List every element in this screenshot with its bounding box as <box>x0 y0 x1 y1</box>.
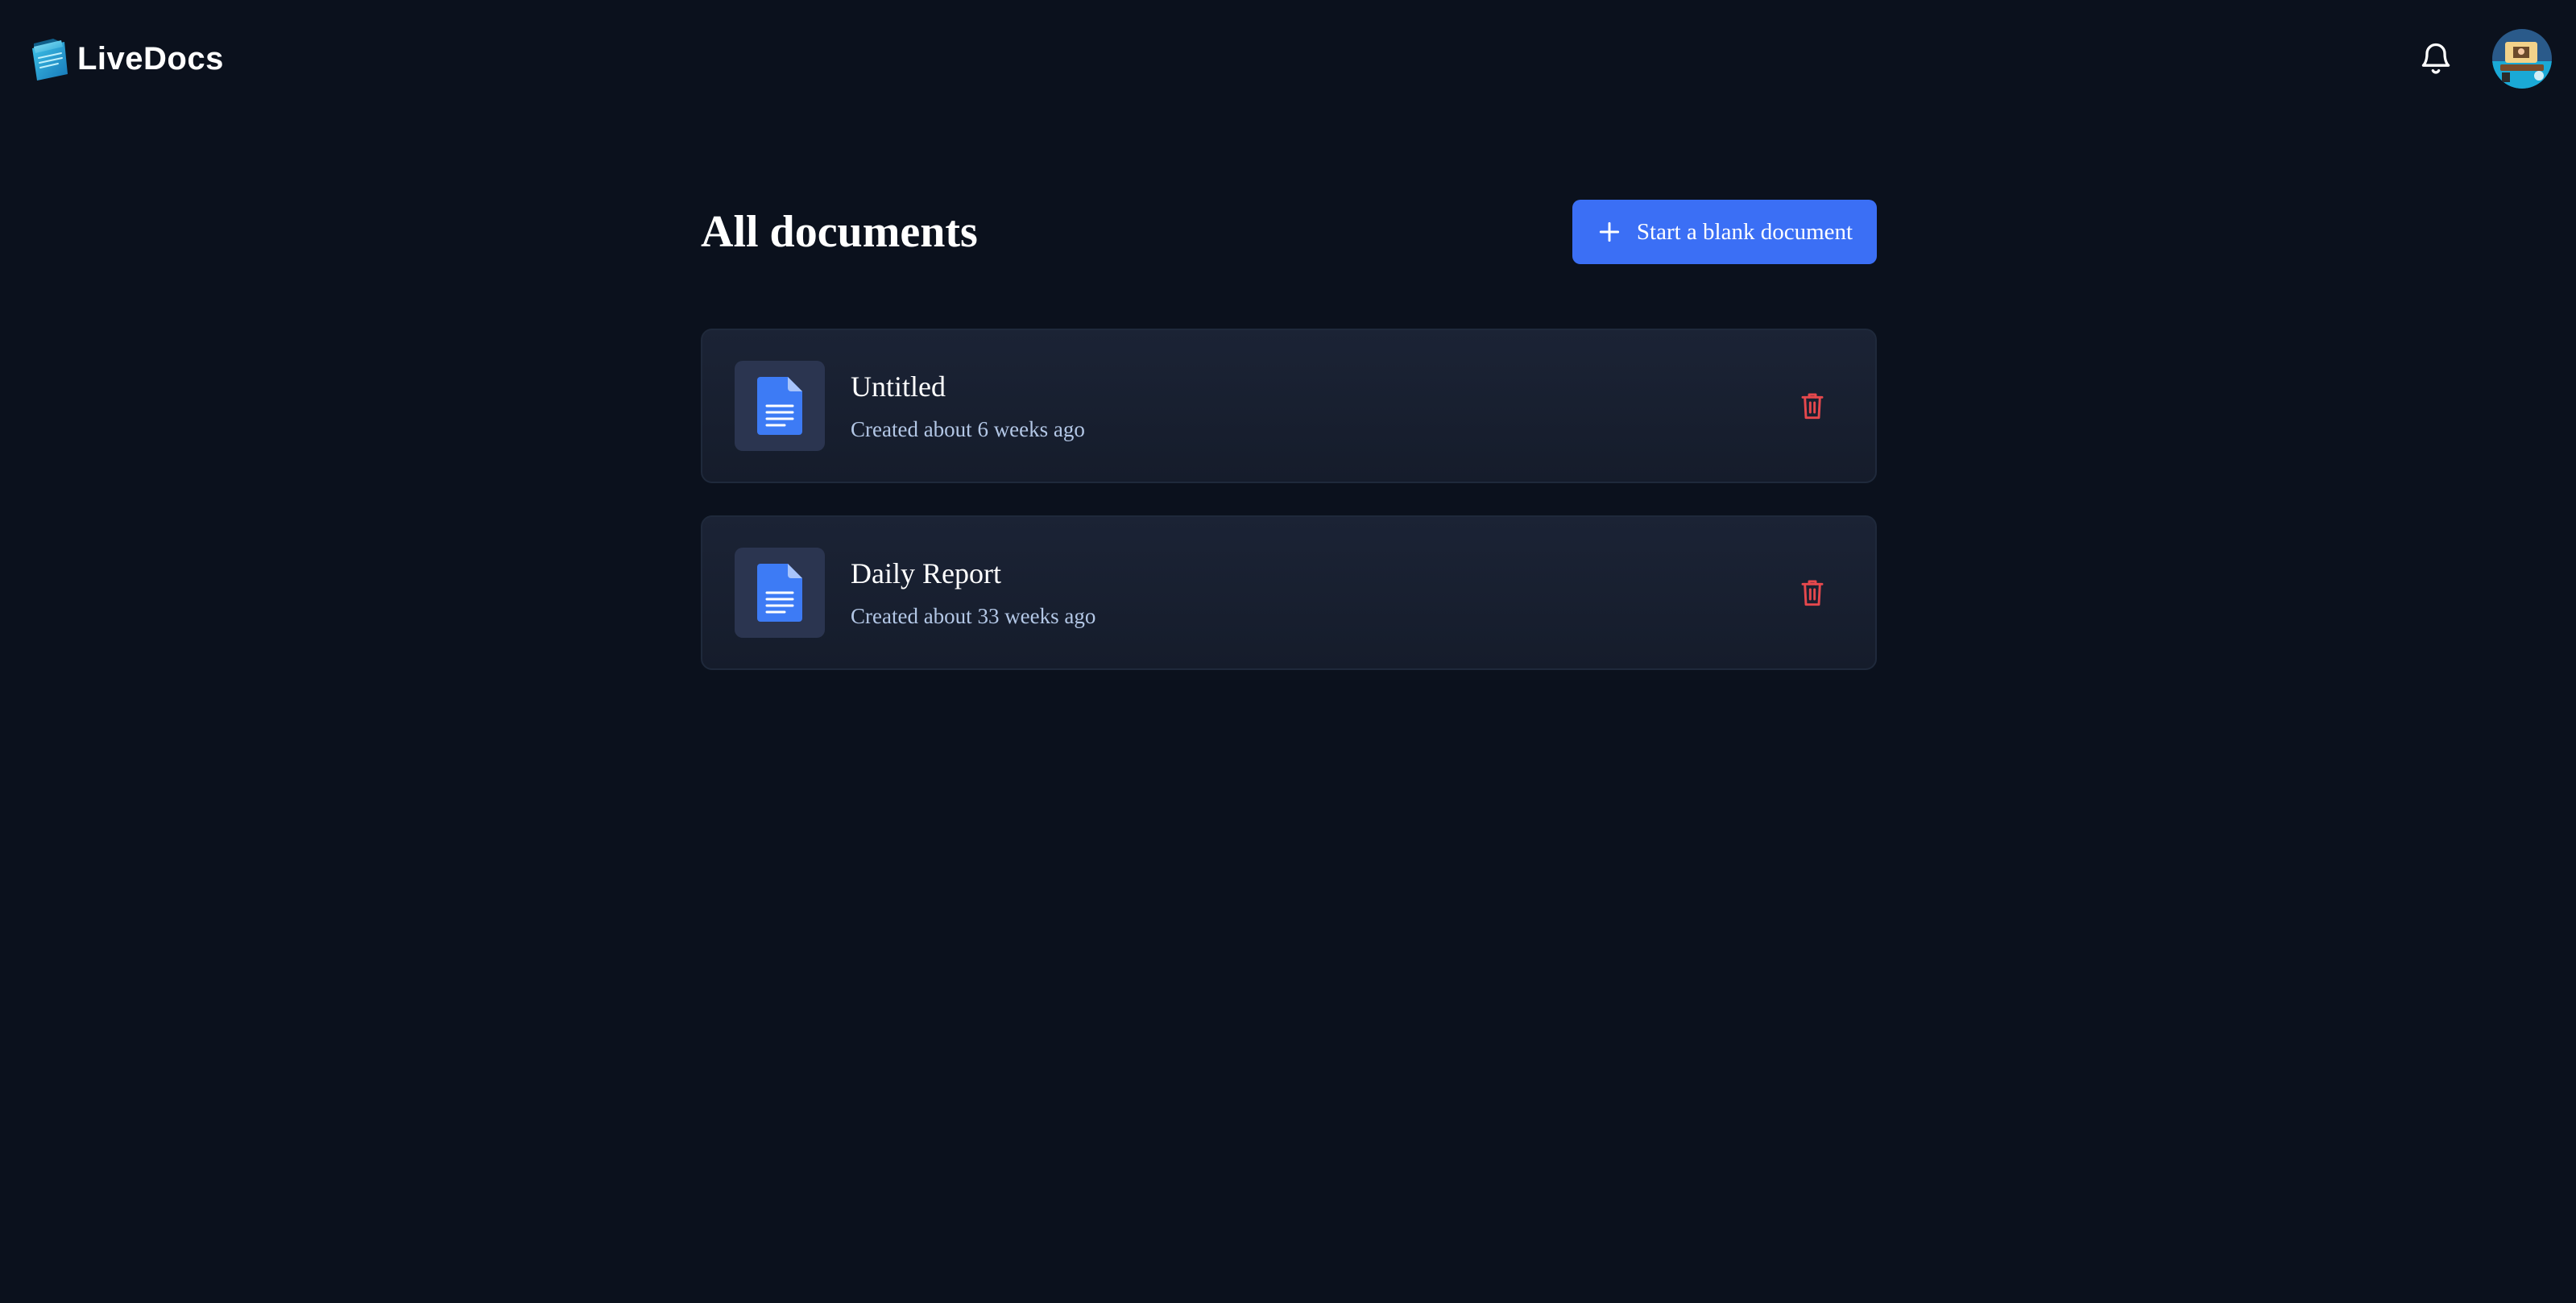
document-icon <box>757 564 802 622</box>
document-info: Daily Report Created about 33 weeks ago <box>851 559 1095 627</box>
avatar-image <box>2492 29 2552 89</box>
app-logo[interactable]: LiveDocs <box>29 35 224 82</box>
document-title: Untitled <box>851 370 946 403</box>
app-name: LiveDocs <box>77 40 224 77</box>
top-bar: LiveDocs <box>0 0 2576 118</box>
start-blank-document-label: Start a blank document <box>1636 218 1853 245</box>
document-created: Created about 6 weeks ago <box>851 416 1085 441</box>
start-blank-document-button[interactable]: Start a blank document <box>1572 200 1877 264</box>
page-title: All documents <box>701 207 978 257</box>
document-icon <box>757 377 802 435</box>
document-created: Created about 33 weeks ago <box>851 603 1096 628</box>
user-avatar[interactable] <box>2492 29 2552 89</box>
notifications-button[interactable] <box>2415 37 2457 79</box>
document-thumbnail <box>735 361 825 451</box>
document-info: Untitled Created about 6 weeks ago <box>851 372 1085 441</box>
trash-icon <box>1801 393 1824 420</box>
delete-document-button[interactable] <box>1795 388 1830 424</box>
delete-document-button[interactable] <box>1795 575 1830 610</box>
bell-icon <box>2421 43 2450 74</box>
document-item[interactable]: Untitled Created about 6 weeks ago <box>701 329 1877 483</box>
document-item[interactable]: Daily Report Created about 33 weeks ago <box>701 515 1877 670</box>
document-list: Untitled Created about 6 weeks ago Daily… <box>701 329 1877 670</box>
page-header: All documents Start a blank document <box>701 200 1877 264</box>
documents-page: All documents Start a blank document Unt… <box>701 200 1877 670</box>
trash-icon <box>1801 580 1824 606</box>
folder-docs-icon <box>32 39 68 81</box>
document-thumbnail <box>735 548 825 638</box>
document-title: Daily Report <box>851 556 1001 589</box>
plus-icon <box>1599 221 1620 242</box>
